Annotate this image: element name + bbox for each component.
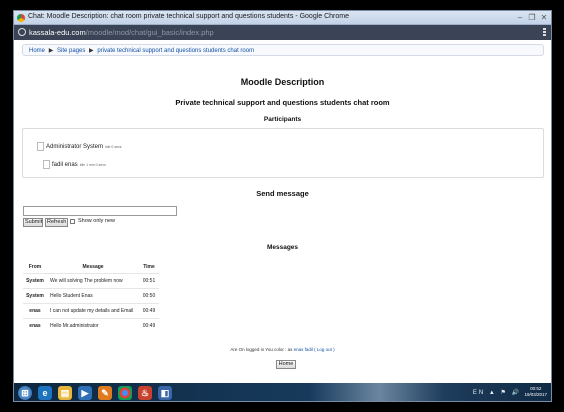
message-time: 00:49 [139, 317, 159, 333]
message-from: System [23, 272, 47, 288]
logout-link[interactable]: ( Log out ) [314, 347, 335, 352]
windows-taskbar: ⊞ e ▤ ▶ ✎ ♨ ◧ EN ▲ ⚑ 🔊 00:52 19/03/2017 [14, 383, 551, 401]
page-title: Moodle Description [240, 77, 325, 87]
start-button-icon[interactable]: ⊞ [18, 386, 32, 400]
participant-name: fadil enas [52, 162, 78, 169]
login-info: Are On logged in You color : as enas fad… [14, 347, 551, 352]
login-info-text: Are On logged in You color : as [230, 347, 293, 352]
user-picture-icon [43, 160, 50, 169]
participant-idle: idle 0 secs [105, 145, 122, 150]
chrome-taskbar-icon[interactable] [118, 386, 132, 400]
taskbar-clock[interactable]: 00:52 19/03/2017 [524, 386, 547, 398]
breadcrumb-chat-room-link[interactable]: private technical support and questions … [97, 48, 254, 54]
show-only-new-checkbox[interactable] [70, 219, 75, 224]
address-bar[interactable]: kassala-edu.com/moodle/mod/chat/gui_basi… [14, 25, 551, 40]
breadcrumb-separator-icon: ▶ [89, 48, 94, 54]
message-from: System [23, 287, 47, 303]
message-time: 00:50 [139, 287, 159, 303]
url-field[interactable]: kassala-edu.com/moodle/mod/chat/gui_basi… [29, 28, 214, 37]
participant-item[interactable]: Administrator System idle 0 secs [37, 142, 122, 151]
table-row: enas I can not update my details and Ema… [23, 302, 159, 318]
message-text: Hello Mr.administrator [47, 317, 139, 333]
column-header-time: Time [143, 263, 155, 270]
chrome-icon [17, 14, 25, 22]
user-profile-link[interactable]: enas fadil [294, 347, 313, 352]
message-from: enas [23, 302, 47, 318]
column-header-from: From [28, 263, 42, 270]
url-path: /moodle/mod/chat/gui_basic/index.php [85, 28, 214, 37]
refresh-button[interactable]: Refresh [45, 218, 68, 227]
column-header-message: Message [82, 263, 104, 270]
close-button[interactable]: ✕ [539, 12, 549, 23]
breadcrumb-site-pages-link[interactable]: Site pages [57, 48, 85, 54]
maximize-button[interactable]: ❐ [527, 12, 537, 23]
media-player-icon[interactable]: ▶ [78, 386, 92, 400]
participants-box: Administrator System idle 0 secs fadil en… [22, 128, 544, 178]
message-from: enas [23, 317, 47, 333]
minimize-button[interactable]: – [515, 12, 525, 23]
java-app-icon[interactable]: ♨ [138, 386, 152, 400]
table-row: enas Hello Mr.administrator 00:49 [23, 317, 159, 333]
participant-item[interactable]: fadil enas idle 1 min 0 secs [43, 160, 106, 169]
submit-button[interactable]: Submit [23, 218, 43, 227]
participant-name: Administrator System [46, 144, 104, 151]
message-time: 00:51 [139, 272, 159, 288]
home-button[interactable]: Home [276, 360, 296, 369]
participant-idle: idle 1 min 0 secs [79, 163, 106, 168]
show-only-new-label: Show only new [78, 218, 115, 224]
page-info-icon[interactable] [18, 28, 26, 36]
browser-menu-icon[interactable] [541, 27, 547, 37]
breadcrumb-home-link[interactable]: Home [29, 48, 45, 54]
table-row: System Hello Student Enas 00:50 [23, 287, 159, 303]
messages-table: From Message Time System We will solving… [23, 261, 159, 333]
message-text: I can not update my details and Email [47, 302, 139, 318]
message-text: We will solving The problem now [47, 272, 139, 288]
browser-window: Chat: Moodle Description: chat room priv… [13, 10, 552, 402]
message-time: 00:49 [139, 302, 159, 318]
chat-room-title: Private technical support and questions … [175, 98, 390, 107]
system-tray[interactable]: EN ▲ ⚑ 🔊 [473, 389, 521, 396]
message-text: Hello Student Enas [47, 287, 139, 303]
breadcrumb: Home ▶ Site pages ▶ private technical su… [22, 44, 544, 56]
internet-explorer-icon[interactable]: e [38, 386, 52, 400]
url-host: kassala-edu.com [29, 28, 86, 37]
file-explorer-icon[interactable]: ▤ [58, 386, 72, 400]
table-row: System We will solving The problem now 0… [23, 272, 159, 288]
paint-app-icon[interactable]: ✎ [98, 386, 112, 400]
window-title: Chat: Moodle Description: chat room priv… [28, 13, 350, 20]
table-header-row: From Message Time [23, 261, 159, 273]
title-bar: Chat: Moodle Description: chat room priv… [14, 11, 551, 25]
user-picture-icon [37, 142, 44, 151]
messages-heading: Messages [266, 244, 299, 251]
send-message-heading: Send message [256, 189, 309, 198]
participants-heading: Participants [263, 116, 302, 123]
screenshot-app-icon[interactable]: ◧ [158, 386, 172, 400]
clock-date: 19/03/2017 [524, 392, 547, 397]
breadcrumb-separator-icon: ▶ [48, 48, 54, 54]
message-input[interactable] [23, 206, 177, 216]
